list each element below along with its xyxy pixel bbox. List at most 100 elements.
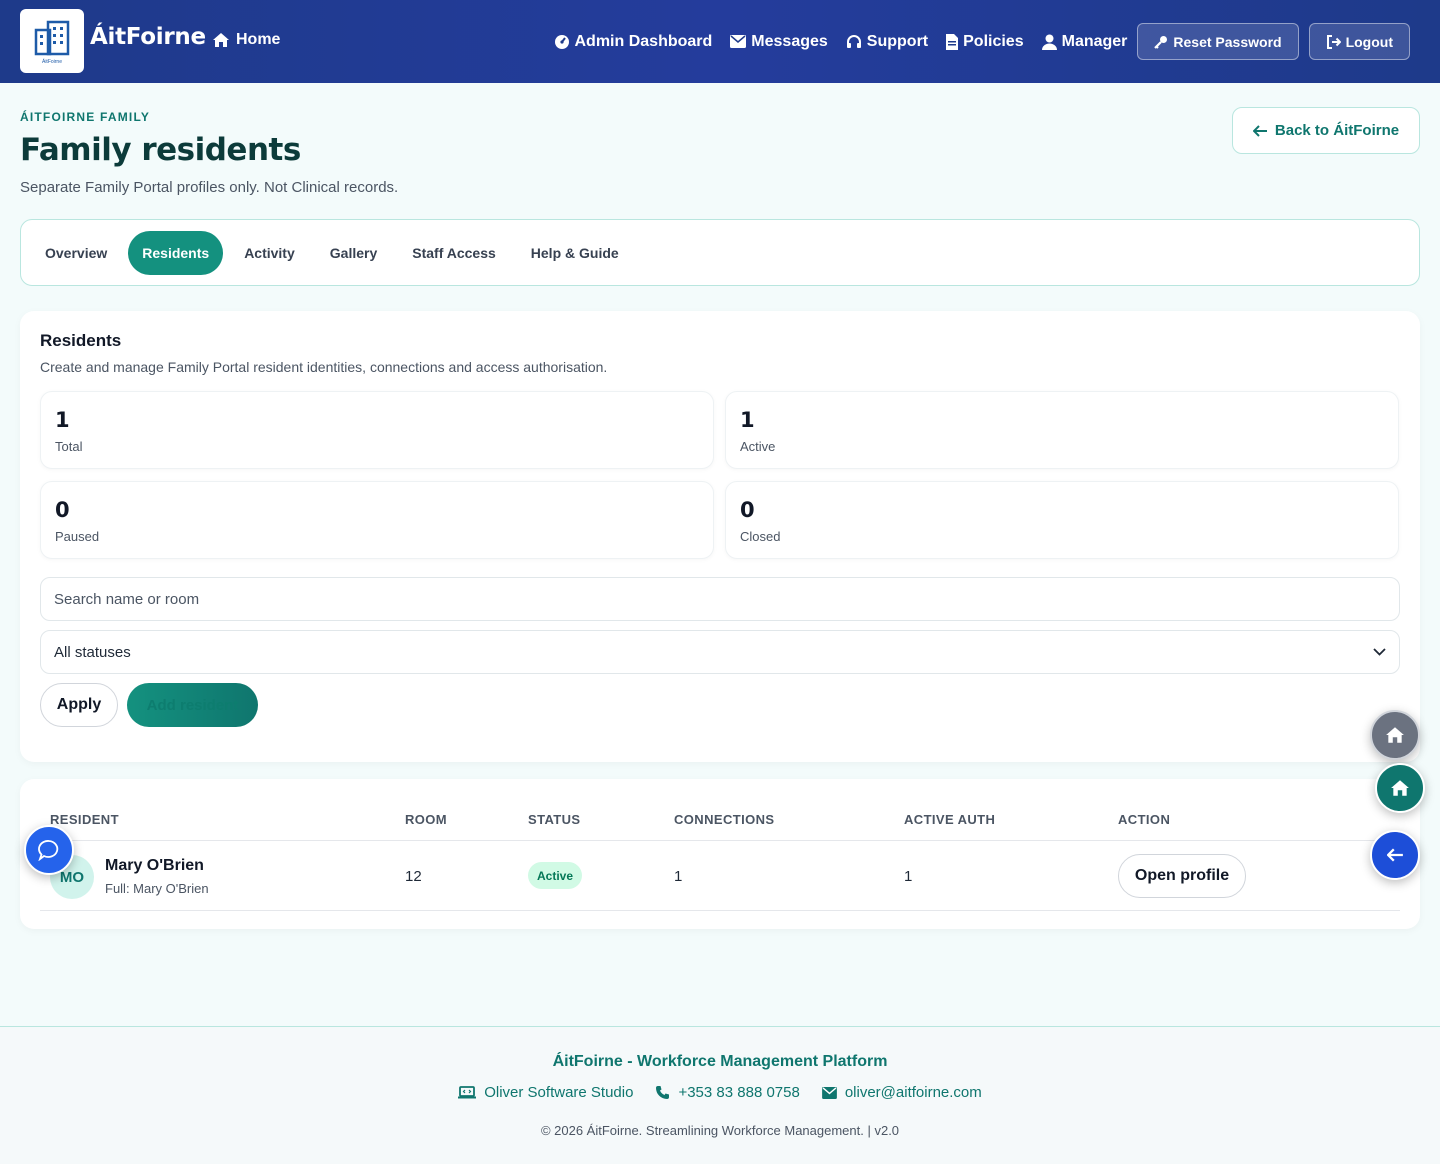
laptop-code-icon <box>458 1086 477 1099</box>
stat-closed-value: 0 <box>740 498 755 522</box>
column-header-connections: CONNECTIONS <box>674 812 775 827</box>
home-icon <box>1386 727 1404 743</box>
column-header-status: STATUS <box>528 812 581 827</box>
footer-email-label: oliver@aitfoirne.com <box>844 1084 982 1101</box>
headset-icon <box>846 34 861 48</box>
app-logo[interactable]: ÁitFoirne <box>20 9 84 73</box>
nav-admin-dashboard-label: Admin Dashboard <box>574 32 713 50</box>
table-row-divider <box>40 910 1400 911</box>
floating-back-button[interactable] <box>1370 830 1420 880</box>
section-tabs: Overview Residents Activity Gallery Staf… <box>20 219 1420 286</box>
nav-messages-label: Messages <box>751 32 828 50</box>
resident-room: 12 <box>405 868 422 885</box>
column-header-resident: RESIDENT <box>50 812 119 827</box>
nav-policies[interactable]: Policies <box>946 32 1024 51</box>
column-header-room: ROOM <box>405 812 448 827</box>
page-subtitle: Separate Family Portal profiles only. No… <box>20 179 399 196</box>
tab-activity[interactable]: Activity <box>230 231 309 275</box>
back-button[interactable]: Back to ÁitFoirne <box>1232 107 1420 154</box>
footer-email[interactable]: oliver@aitfoirne.com <box>821 1084 982 1101</box>
stat-total-value: 1 <box>55 408 70 432</box>
reset-password-label: Reset Password <box>1173 33 1282 50</box>
status-select[interactable]: All statuses <box>40 630 1400 674</box>
tab-overview[interactable]: Overview <box>31 231 121 275</box>
residents-table: RESIDENT ROOM STATUS CONNECTIONS ACTIVE … <box>20 779 1420 929</box>
reset-password-button[interactable]: Reset Password <box>1137 23 1299 60</box>
phone-icon <box>656 1086 670 1099</box>
nav-manager[interactable]: Manager <box>1041 32 1128 51</box>
open-profile-button[interactable]: Open profile <box>1118 854 1246 898</box>
resident-name: Mary O'Brien <box>105 857 204 874</box>
stat-total: 1 Total <box>40 391 714 469</box>
user-icon <box>1041 34 1057 50</box>
add-resident-button[interactable]: Add resident <box>127 683 258 727</box>
table-header-divider <box>40 840 1400 841</box>
top-navbar: ÁitFoirne ÁitFoirne Home Admin Dashboard… <box>0 0 1440 83</box>
page-footer: ÁitFoirne - Workforce Management Platfor… <box>0 1026 1440 1164</box>
stat-active: 1 Active <box>725 391 1399 469</box>
stat-closed-label: Closed <box>740 529 781 544</box>
stat-paused-label: Paused <box>55 529 100 544</box>
nav-support[interactable]: Support <box>846 33 928 51</box>
file-icon <box>946 33 959 50</box>
nav-links: Admin Dashboard Messages Support Policie… <box>536 23 1410 60</box>
key-icon <box>1154 35 1168 49</box>
logo-caption: ÁitFoirne <box>41 58 62 65</box>
logout-button[interactable]: Logout <box>1308 23 1410 60</box>
chat-icon <box>38 840 59 861</box>
nav-admin-dashboard[interactable]: Admin Dashboard <box>554 32 713 51</box>
floating-chat-button[interactable] <box>24 825 74 875</box>
home-icon <box>213 33 229 47</box>
footer-phone-label: +353 83 888 0758 <box>678 1084 800 1101</box>
search-input[interactable] <box>40 577 1400 621</box>
residents-card-subtitle: Create and manage Family Portal resident… <box>40 359 608 375</box>
stat-paused-value: 0 <box>55 498 70 522</box>
dashboard-icon <box>554 34 569 49</box>
page-title: Family residents <box>20 132 301 168</box>
footer-contacts: Oliver Software Studio +353 83 888 0758 … <box>0 1084 1440 1101</box>
tab-residents[interactable]: Residents <box>128 230 224 275</box>
back-button-label: Back to ÁitFoirne <box>1274 122 1400 139</box>
arrow-left-icon <box>1252 124 1267 137</box>
footer-copyright: © 2026 ÁitFoirne. Streamlining Workforce… <box>540 1123 900 1138</box>
logout-icon <box>1326 34 1341 49</box>
stat-active-value: 1 <box>740 408 755 432</box>
envelope-icon <box>730 35 747 48</box>
status-select-value: All statuses <box>54 643 131 661</box>
tab-gallery[interactable]: Gallery <box>316 231 391 275</box>
building-icon <box>34 20 70 55</box>
column-header-action: ACTION <box>1118 812 1171 827</box>
stat-active-label: Active <box>740 439 776 454</box>
floating-home-button[interactable] <box>1370 710 1420 760</box>
nav-home-label: Home <box>236 31 281 48</box>
nav-support-label: Support <box>866 32 929 50</box>
chevron-down-icon <box>1373 648 1386 656</box>
apply-button[interactable]: Apply <box>40 683 118 727</box>
footer-company-label: Oliver Software Studio <box>484 1084 634 1101</box>
footer-company: Oliver Software Studio <box>458 1084 633 1101</box>
residents-card: Residents Create and manage Family Porta… <box>20 311 1420 762</box>
home-icon <box>1391 780 1409 796</box>
stat-total-label: Total <box>55 439 83 454</box>
resident-active-auth: 1 <box>904 868 913 885</box>
tab-staff-access[interactable]: Staff Access <box>398 231 510 275</box>
resident-full-name: Full: Mary O'Brien <box>105 881 209 896</box>
tab-help-guide[interactable]: Help & Guide <box>517 231 633 275</box>
nav-home-link[interactable]: Home <box>212 31 280 49</box>
nav-manager-label: Manager <box>1061 32 1128 50</box>
nav-messages[interactable]: Messages <box>730 33 828 51</box>
resident-connections: 1 <box>674 868 683 885</box>
footer-phone[interactable]: +353 83 888 0758 <box>655 1084 800 1101</box>
stat-paused: 0 Paused <box>40 481 714 559</box>
column-header-active-auth: ACTIVE AUTH <box>904 812 996 827</box>
brand-name[interactable]: ÁitFoirne <box>90 24 206 50</box>
floating-family-home-button[interactable] <box>1375 763 1425 813</box>
nav-policies-label: Policies <box>963 32 1024 50</box>
page-eyebrow: ÁITFOIRNE FAMILY <box>20 110 151 124</box>
logout-label: Logout <box>1345 33 1393 50</box>
stat-closed: 0 Closed <box>725 481 1399 559</box>
status-badge: Active <box>528 862 583 889</box>
footer-title: ÁitFoirne - Workforce Management Platfor… <box>552 1053 888 1070</box>
arrow-left-icon <box>1386 848 1403 862</box>
residents-card-title: Residents <box>40 331 122 350</box>
